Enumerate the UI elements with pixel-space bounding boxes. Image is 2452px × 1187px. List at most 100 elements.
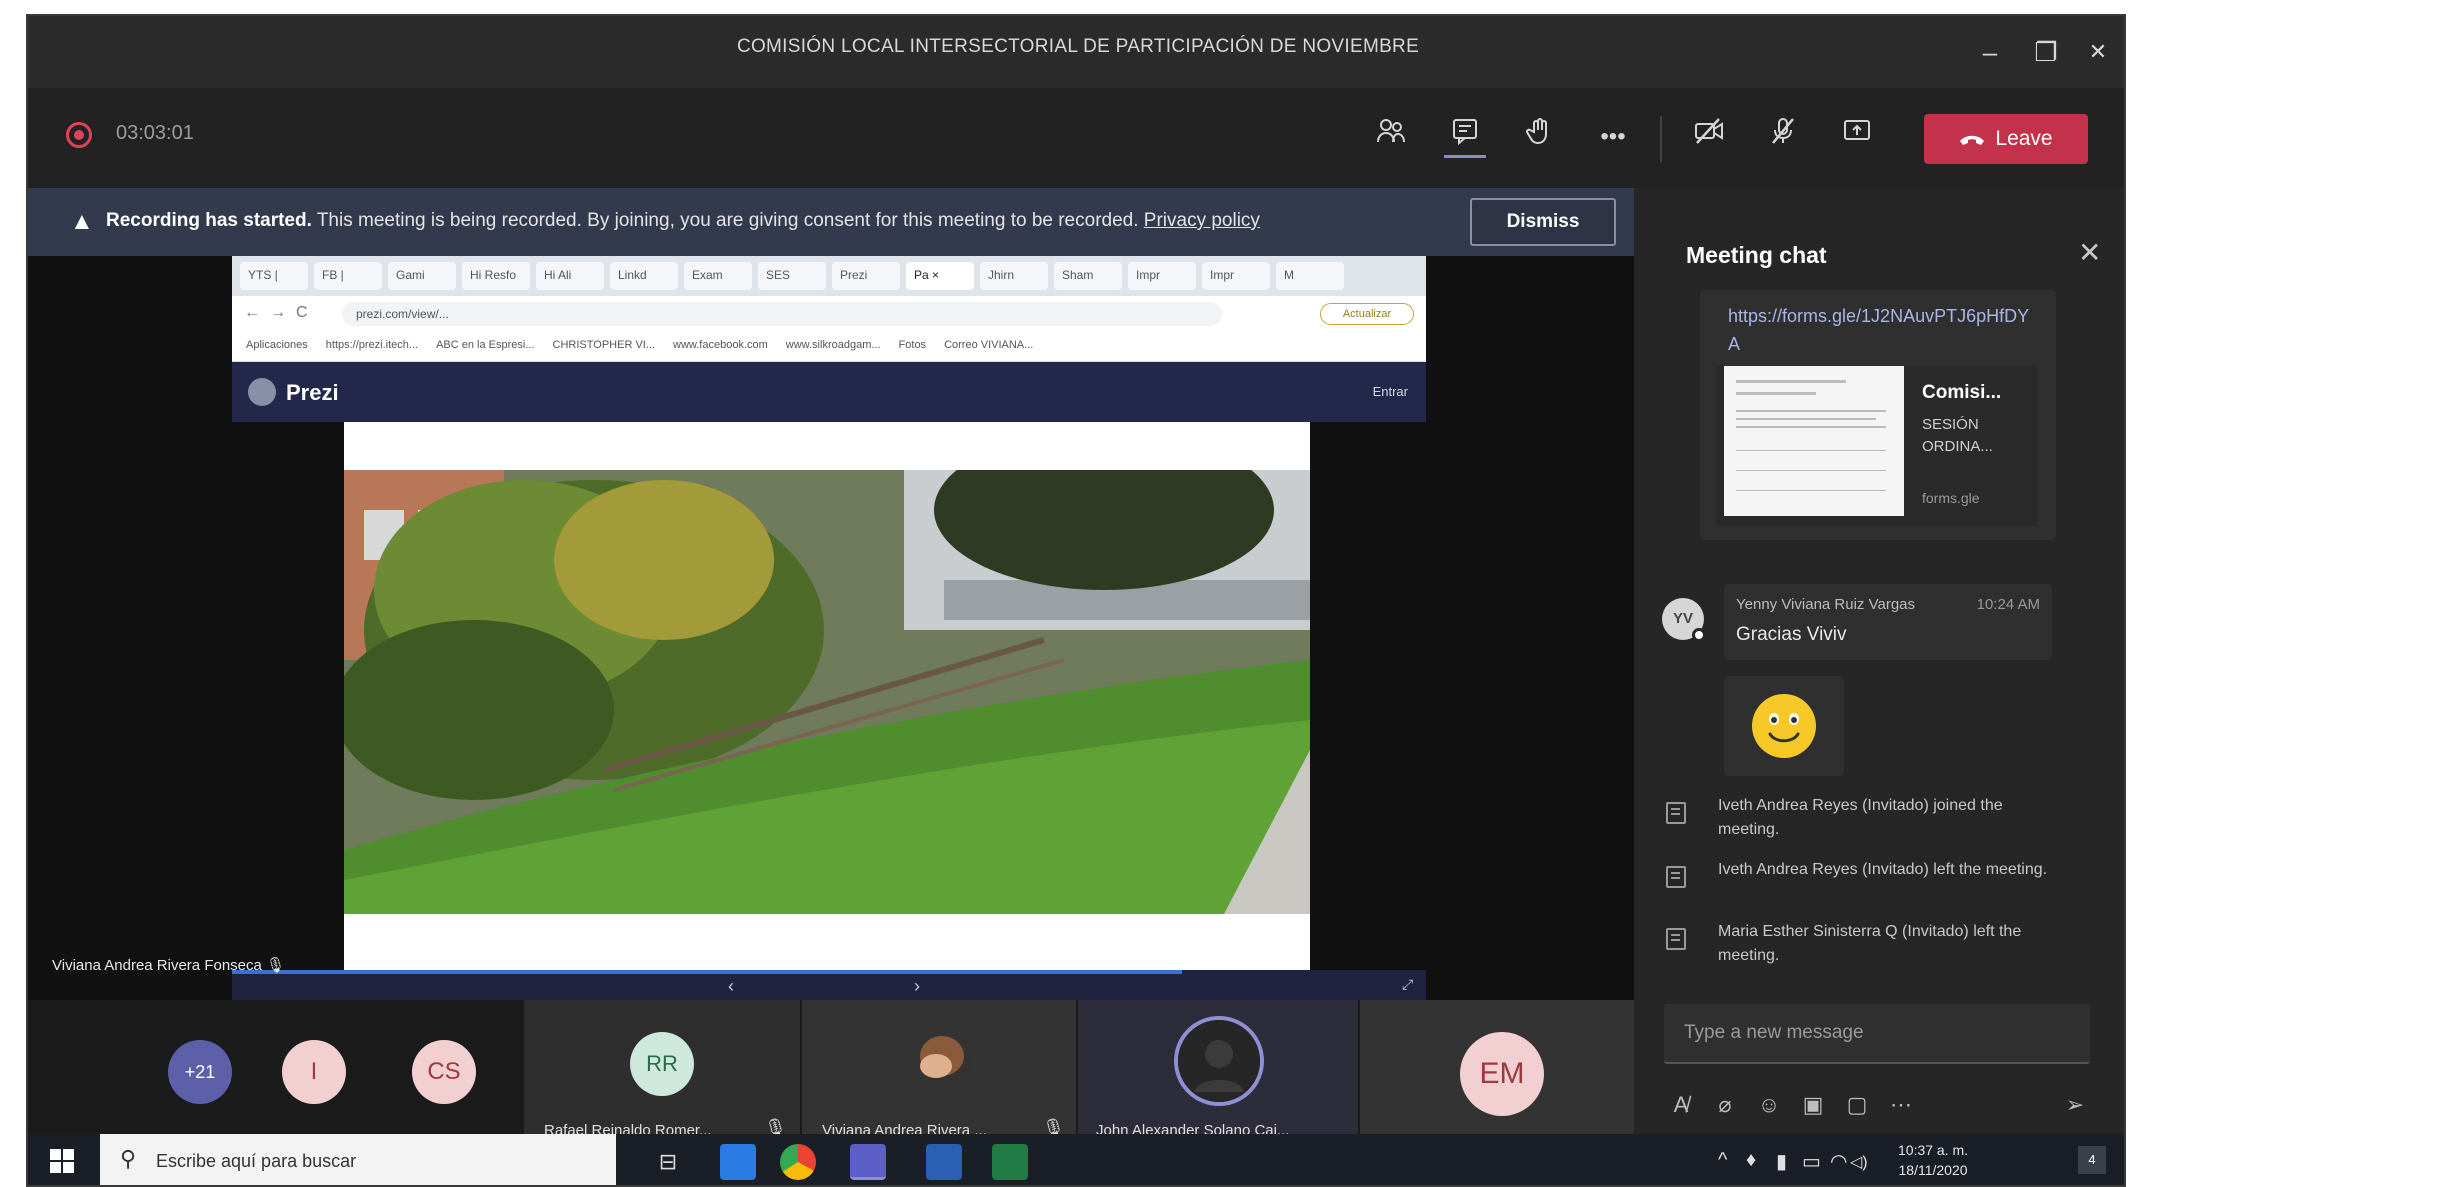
- dismiss-button[interactable]: Dismiss: [1470, 198, 1616, 246]
- mic-off-icon[interactable]: [1762, 116, 1804, 158]
- file-explorer-icon[interactable]: [720, 1144, 756, 1180]
- forms-link[interactable]: https://forms.gle/1J2NAuvPTJ6pHfDYA: [1728, 302, 2038, 358]
- notification-count: 4: [2088, 1152, 2096, 1167]
- nav-arrows-icon[interactable]: ←→C: [244, 304, 318, 322]
- browser-tab[interactable]: YTS |: [240, 262, 308, 290]
- chrome-icon[interactable]: [780, 1144, 816, 1180]
- presentation-progress: [232, 970, 1182, 974]
- search-icon: ⚲: [120, 1146, 137, 1171]
- browser-tab[interactable]: Gami: [388, 262, 456, 290]
- attach-icon[interactable]: ⌀: [1708, 1088, 1742, 1122]
- maximize-button[interactable]: ❐: [2024, 30, 2068, 74]
- prev-slide-icon[interactable]: ‹: [728, 976, 734, 997]
- participants-icon[interactable]: [1370, 116, 1412, 158]
- clock-date: 18/11/2020: [1898, 1162, 1968, 1178]
- chat-icon[interactable]: [1444, 116, 1486, 158]
- word-icon[interactable]: [926, 1144, 962, 1180]
- clock-time: 10:37 a. m.: [1898, 1142, 1969, 1158]
- tray-chevron-icon[interactable]: ^: [1718, 1149, 1727, 1172]
- browser-tab[interactable]: Prezi: [832, 262, 900, 290]
- camera-off-icon[interactable]: [1688, 116, 1730, 158]
- share-screen-icon[interactable]: [1836, 116, 1878, 158]
- more-options-icon[interactable]: •••: [1592, 116, 1634, 158]
- browser-tab[interactable]: Hi Ali: [536, 262, 604, 290]
- bookmark-item[interactable]: ABC en la Espresi...: [436, 339, 534, 354]
- overflow-participants[interactable]: +21: [168, 1040, 232, 1104]
- browser-tab[interactable]: Linkd: [610, 262, 678, 290]
- format-icon[interactable]: A̸: [1664, 1088, 1698, 1122]
- presenter-name-text: Viviana Andrea Rivera Fonseca: [52, 957, 262, 974]
- recording-icon: [66, 122, 92, 148]
- avatar: RR: [630, 1032, 694, 1096]
- bookmark-item[interactable]: www.facebook.com: [673, 339, 768, 354]
- participant-tile[interactable]: EM: [1360, 1000, 1634, 1154]
- more-compose-icon[interactable]: ⋯: [1884, 1088, 1918, 1122]
- bookmarks-bar: Aplicaciones https://prezi.itech... ABC en…: [232, 332, 1426, 362]
- volume-icon[interactable]: ◁): [1850, 1152, 1868, 1172]
- browser-tab[interactable]: Impr: [1202, 262, 1270, 290]
- close-chat-icon[interactable]: ✕: [2078, 236, 2101, 269]
- title-bar: COMISIÓN LOCAL INTERSECTORIAL DE PARTICI…: [28, 16, 2124, 88]
- teams-window: COMISIÓN LOCAL INTERSECTORIAL DE PARTICI…: [26, 14, 2126, 1187]
- teams-icon[interactable]: [850, 1144, 886, 1180]
- raise-hand-icon[interactable]: [1518, 116, 1560, 158]
- browser-tab[interactable]: Hi Resfo: [462, 262, 530, 290]
- task-view-icon[interactable]: ⊟: [650, 1144, 686, 1180]
- emoji-message: [1724, 676, 1844, 776]
- browser-tab[interactable]: SES: [758, 262, 826, 290]
- toolbar-divider: [1660, 116, 1662, 162]
- windows-start-icon[interactable]: [50, 1149, 74, 1173]
- browser-tab[interactable]: Sham: [1054, 262, 1122, 290]
- update-button[interactable]: Actualizar: [1320, 303, 1414, 325]
- sticker-icon[interactable]: ▢: [1840, 1088, 1874, 1122]
- prezi-header: Prezi Entrar: [232, 362, 1426, 422]
- wifi-icon[interactable]: ◠: [1830, 1149, 1847, 1174]
- minimize-button[interactable]: –: [1968, 30, 2012, 74]
- preview-site: forms.gle: [1922, 490, 1980, 506]
- taskbar-search: ⚲: [100, 1134, 616, 1185]
- bookmark-item[interactable]: https://prezi.itech...: [326, 339, 418, 354]
- browser-tab[interactable]: Exam: [684, 262, 752, 290]
- meeting-chat-panel: Meeting chat ✕ https://forms.gle/1J2NAuv…: [1634, 188, 2124, 1154]
- browser-tab[interactable]: Jhirn: [980, 262, 1048, 290]
- message-input[interactable]: [1664, 1004, 2090, 1062]
- notifications-icon[interactable]: 4: [2078, 1146, 2106, 1174]
- link-preview-card[interactable]: Comisi... SESIÓN ORDINA... forms.gle: [1716, 366, 2038, 526]
- bookmark-item[interactable]: Aplicaciones: [246, 339, 308, 354]
- taskbar-clock[interactable]: 10:37 a. m. 18/11/2020: [1898, 1140, 1968, 1180]
- excel-icon[interactable]: [992, 1144, 1028, 1180]
- participant-tile[interactable]: John Alexander Solano Cai...: [1078, 1000, 1358, 1154]
- close-window-button[interactable]: ✕: [2076, 30, 2120, 74]
- address-bar: ←→C prezi.com/view/... Actualizar: [232, 296, 1426, 332]
- tray-app-icon[interactable]: ♦: [1746, 1149, 1756, 1172]
- send-icon[interactable]: ➢: [2058, 1088, 2092, 1122]
- leave-button[interactable]: Leave: [1924, 114, 2088, 164]
- meeting-event-icon: [1666, 802, 1686, 824]
- taskbar-search-input[interactable]: [156, 1134, 596, 1185]
- bookmark-item[interactable]: CHRISTOPHER VI...: [553, 339, 655, 354]
- avatar[interactable]: CS: [412, 1040, 476, 1104]
- participant-tile[interactable]: Viviana Andrea Rivera ... 🎙: [802, 1000, 1076, 1154]
- browser-tab[interactable]: FB |: [314, 262, 382, 290]
- browser-tab[interactable]: Pa ×: [906, 262, 974, 290]
- battery-icon[interactable]: ▭: [1802, 1149, 1821, 1174]
- banner-text: Recording has started. This meeting is b…: [106, 210, 1260, 232]
- chat-message: Yenny Viviana Ruiz Vargas 10:24 AM Graci…: [1724, 584, 2052, 660]
- browser-tab[interactable]: Impr: [1128, 262, 1196, 290]
- bookmark-item[interactable]: www.silkroadgam...: [786, 339, 881, 354]
- gif-icon[interactable]: ▣: [1796, 1088, 1830, 1122]
- bookmark-item[interactable]: Correo VIVIANA...: [944, 339, 1033, 354]
- tray-mic-icon[interactable]: ▮: [1776, 1149, 1787, 1174]
- avatar[interactable]: I: [282, 1040, 346, 1104]
- prezi-enter-link[interactable]: Entrar: [1373, 384, 1408, 399]
- next-slide-icon[interactable]: ›: [914, 976, 920, 997]
- prezi-name: Prezi: [286, 380, 339, 405]
- shared-screen-stage: YTS | FB | Gami Hi Resfo Hi Ali Linkd Exam SES P…: [28, 256, 1634, 1000]
- browser-tab[interactable]: M: [1276, 262, 1344, 290]
- url-field[interactable]: prezi.com/view/...: [342, 302, 1222, 326]
- privacy-policy-link[interactable]: Privacy policy: [1144, 210, 1260, 231]
- participant-tile[interactable]: RR Rafael Reinaldo Romer... 🎙: [524, 1000, 800, 1154]
- fullscreen-icon[interactable]: ⤢: [1402, 976, 1413, 993]
- bookmark-item[interactable]: Fotos: [899, 339, 927, 354]
- emoji-icon[interactable]: ☺: [1752, 1088, 1786, 1122]
